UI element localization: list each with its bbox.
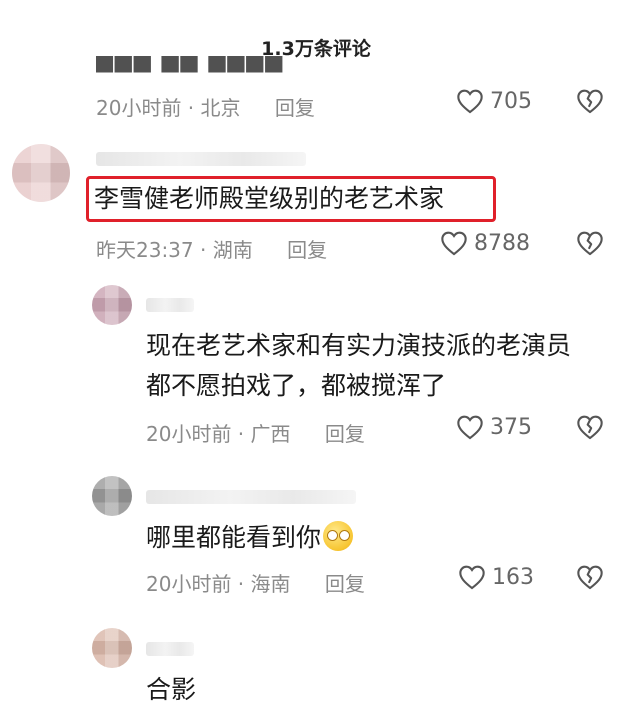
avatar[interactable] (92, 628, 132, 668)
like-count: 163 (492, 564, 534, 590)
broken-heart-icon[interactable] (576, 88, 604, 114)
reply-text-content: 哪里都能看到你 (146, 523, 322, 552)
like-button[interactable]: 163 (458, 564, 534, 590)
avatar[interactable] (12, 144, 70, 202)
like-count: 705 (490, 88, 532, 114)
reply-text-line1: 现在老艺术家和有实力演技派的老演员 (146, 331, 572, 360)
reply-time-location: 20小时前 · 广西 (146, 422, 291, 446)
reply-button[interactable]: 回复 (287, 238, 327, 262)
like-button[interactable]: 375 (456, 414, 532, 440)
username-blurred[interactable] (146, 490, 356, 504)
comment-count-title: 1.3万条评论 (261, 38, 371, 60)
comment-meta-row: 昨天23:37 · 湖南 回复 (96, 234, 327, 263)
username-blurred[interactable] (146, 642, 194, 656)
comment-meta-row: 20小时前 · 北京 回复 (96, 92, 315, 121)
like-button[interactable]: 705 (456, 88, 532, 114)
broken-heart-icon[interactable] (576, 564, 604, 590)
like-count: 375 (490, 414, 532, 440)
heart-icon (459, 565, 485, 590)
avatar[interactable] (92, 476, 132, 516)
reply-text-line2: 都不愿拍戏了，都被搅浑了 (146, 371, 447, 400)
like-count: 8788 (474, 230, 530, 256)
reply-meta-row: 20小时前 · 海南 回复 (146, 568, 365, 597)
comment-text: 李雪健老师殿堂级别的老艺术家 (94, 184, 445, 213)
comment-time-location: 昨天23:37 · 湖南 (96, 238, 253, 262)
reply-button[interactable]: 回复 (325, 572, 365, 596)
like-button[interactable]: 8788 (440, 230, 530, 256)
avatar[interactable] (92, 285, 132, 325)
reply-button[interactable]: 回复 (275, 96, 315, 120)
broken-heart-icon[interactable] (576, 414, 604, 440)
username-blurred[interactable] (146, 298, 194, 312)
comment-time-location: 20小时前 · 北京 (96, 96, 241, 120)
reply-text: 哪里都能看到你 (146, 520, 354, 556)
heart-icon (457, 415, 483, 440)
username-blurred[interactable] (96, 152, 306, 166)
reply-meta-row: 20小时前 · 广西 回复 (146, 418, 365, 447)
reply-text: 合影 (146, 675, 197, 704)
heart-icon (441, 231, 467, 256)
emoji-icon (323, 521, 354, 551)
broken-heart-icon[interactable] (576, 230, 604, 256)
reply-time-location: 20小时前 · 海南 (146, 572, 291, 596)
reply-button[interactable]: 回复 (325, 422, 365, 446)
truncated-comment-text: ▆▆▆ ▆▆ ▆▆▆▆ (96, 56, 285, 73)
heart-icon (457, 89, 483, 114)
